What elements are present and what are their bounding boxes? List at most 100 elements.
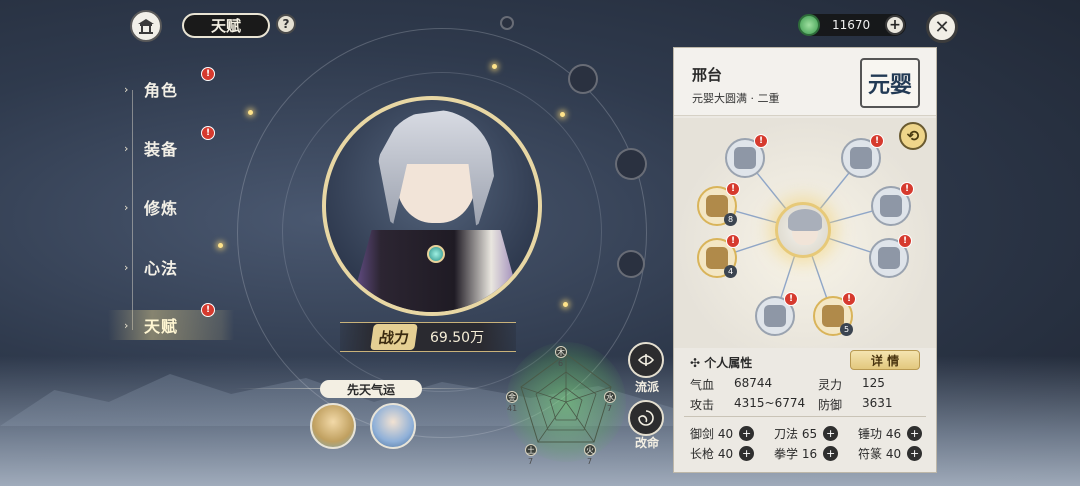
- skills-divider: [684, 416, 926, 417]
- alert-badge: !: [900, 182, 914, 196]
- radar-label-earth: 土: [525, 444, 537, 456]
- talent-talisman-icon: [878, 247, 900, 269]
- chevron-right-icon: ›: [124, 82, 129, 96]
- currency-display: 11670 +: [798, 14, 906, 36]
- talent-spear-icon: [880, 195, 902, 217]
- skill-label: 拳学: [774, 447, 799, 461]
- add-skill-button[interactable]: +: [823, 426, 839, 441]
- spark-decoration: [563, 302, 568, 307]
- talent-center-avatar[interactable]: [775, 202, 831, 258]
- attr-mp-label: 灵力: [818, 378, 843, 392]
- character-portrait[interactable]: [322, 96, 542, 316]
- close-button[interactable]: ✕: [926, 11, 958, 43]
- combat-power-value: 69.50万: [430, 330, 485, 346]
- radar-label-wood: 木: [555, 346, 567, 358]
- alert-badge: !: [842, 292, 856, 306]
- radar-label-fire: 火: [584, 444, 596, 456]
- spirit-stone-icon: [798, 14, 820, 36]
- home-button[interactable]: [130, 10, 162, 42]
- nav-item-method[interactable]: › 心法: [124, 252, 234, 282]
- spark-decoration: [248, 110, 253, 115]
- chevron-right-icon: ›: [124, 318, 129, 332]
- currency-value: 11670: [832, 18, 871, 32]
- radar-value-wood: 6: [558, 359, 564, 368]
- skill-label: 御剑: [690, 427, 715, 441]
- planet-decoration: [500, 16, 514, 30]
- alert-badge: !: [201, 303, 215, 317]
- planet-decoration: [615, 148, 647, 180]
- luck-character-2[interactable]: [370, 403, 416, 449]
- avatar-hair: [788, 209, 822, 231]
- talent-hammer-icon: [850, 147, 872, 169]
- character-name: 邢台: [692, 66, 723, 84]
- alert-badge: !: [784, 292, 798, 306]
- details-button[interactable]: 详 情: [850, 350, 920, 370]
- refresh-button[interactable]: ⟲: [899, 122, 927, 150]
- add-skill-button[interactable]: +: [907, 446, 923, 461]
- alert-badge: !: [201, 67, 215, 81]
- alert-badge: !: [898, 234, 912, 248]
- nav-label: 心法: [144, 259, 179, 278]
- skill-talisman: 符篆 40 +: [858, 445, 923, 462]
- school-label: 流派: [634, 380, 659, 394]
- planet-decoration: [568, 64, 598, 94]
- attr-hp-label: 气血: [690, 378, 715, 392]
- talent-tree: ⟲ ! ! 8 ! ! 4 ! ! ! 5 !: [674, 118, 936, 348]
- character-info-panel: 邢台 元婴大圆满 · 二重 元婴 ⟲ ! ! 8 ! ! 4 ! ! ! 5 !…: [673, 47, 937, 473]
- nav-item-role[interactable]: › 角色: [124, 74, 234, 104]
- talent-node-level: 4: [724, 265, 737, 278]
- attr-defense-value: 3631: [862, 396, 893, 410]
- skill-value: 65: [801, 426, 818, 441]
- nav-item-talent[interactable]: › 天赋: [108, 310, 234, 340]
- help-button[interactable]: ?: [276, 14, 296, 34]
- sword-school-icon: [637, 354, 655, 366]
- skill-label: 锤功: [858, 427, 883, 441]
- skill-value: 40: [717, 426, 734, 441]
- radar-label-water: 水: [604, 391, 616, 403]
- innate-luck-title: 先天气运: [320, 380, 422, 398]
- combat-power-banner: 战力 69.50万: [340, 322, 516, 352]
- add-skill-button[interactable]: +: [739, 426, 755, 441]
- combat-power-label: 战力: [370, 324, 418, 350]
- talent-node-level: 8: [724, 213, 737, 226]
- skill-fist: 拳学 16 +: [774, 445, 839, 462]
- skill-spear: 长枪 40 +: [690, 445, 755, 462]
- add-skill-button[interactable]: +: [823, 446, 839, 461]
- change-fate-button[interactable]: [628, 400, 664, 436]
- radar-value-metal: 41: [507, 404, 518, 413]
- skill-saber: 刀法 65 +: [774, 425, 839, 442]
- skill-label: 符篆: [858, 447, 883, 461]
- add-skill-button[interactable]: +: [739, 446, 755, 461]
- change-fate-label: 改命: [634, 436, 659, 450]
- add-currency-button[interactable]: +: [885, 15, 905, 35]
- skill-hammer: 锤功 46 +: [858, 425, 923, 442]
- nav-item-equipment[interactable]: › 装备: [124, 133, 234, 163]
- planet-decoration: [617, 250, 645, 278]
- panel-header: 邢台 元婴大圆满 · 二重 元婴: [674, 48, 936, 116]
- radar-value-water: 7: [607, 404, 613, 413]
- realm-badge: 元婴: [860, 58, 920, 108]
- chevron-right-icon: ›: [124, 141, 129, 155]
- school-button[interactable]: [628, 342, 664, 378]
- attr-defense-label: 防御: [818, 398, 843, 412]
- radar-value-fire: 7: [587, 457, 593, 466]
- pavilion-icon: [138, 19, 154, 34]
- skill-label: 刀法: [774, 427, 799, 441]
- nav-item-cultivation[interactable]: › 修炼: [124, 192, 234, 222]
- jade-pendant-icon: [427, 245, 445, 263]
- attr-attack-value: 4315~6774: [734, 396, 806, 410]
- chevron-right-icon: ›: [124, 260, 129, 274]
- nav-label: 角色: [144, 81, 179, 100]
- alert-badge: !: [754, 134, 768, 148]
- attr-attack-label: 攻击: [690, 398, 715, 412]
- spark-decoration: [560, 112, 565, 117]
- alert-badge: !: [726, 182, 740, 196]
- attr-mp-value: 125: [862, 376, 885, 390]
- add-skill-button[interactable]: +: [907, 426, 923, 441]
- skill-value: 40: [885, 446, 902, 461]
- luck-character-1[interactable]: [310, 403, 356, 449]
- talent-scroll-icon: [706, 247, 728, 269]
- fate-swirl-icon: [638, 410, 654, 426]
- talent-fist-icon: [764, 305, 786, 327]
- chevron-right-icon: ›: [124, 200, 129, 214]
